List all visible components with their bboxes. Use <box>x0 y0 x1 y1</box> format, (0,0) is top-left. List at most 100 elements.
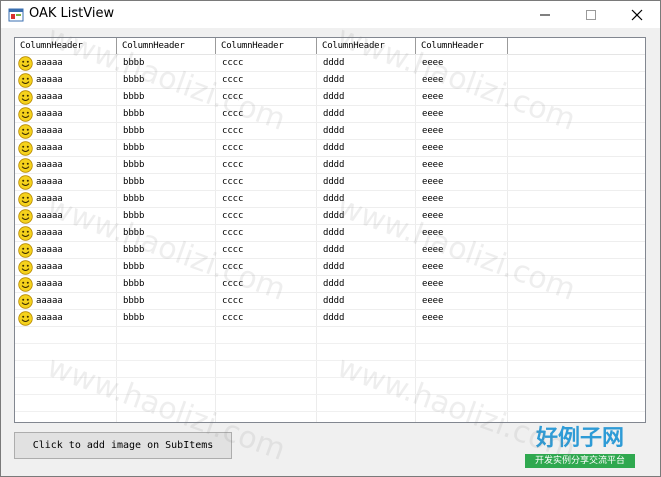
empty-row <box>15 378 645 395</box>
cell-col-2: bbbb <box>123 296 145 306</box>
table-row[interactable]: aaaaa bbbb cccc dddd eeee <box>15 191 645 208</box>
cell-col-1: aaaaa <box>36 58 63 68</box>
title-bar[interactable]: OAK ListView <box>1 1 660 28</box>
cell-col-5: eeee <box>422 296 444 306</box>
table-row[interactable]: aaaaa bbbb cccc dddd eeee <box>15 55 645 72</box>
cell-col-3: cccc <box>222 160 244 170</box>
cell-col-1: aaaaa <box>36 143 63 153</box>
smiley-icon <box>18 311 33 326</box>
cell-col-1: aaaaa <box>36 313 63 323</box>
smiley-icon <box>18 90 33 105</box>
table-row[interactable]: aaaaa bbbb cccc dddd eeee <box>15 157 645 174</box>
cell-col-2: bbbb <box>123 109 145 119</box>
cell-col-3: cccc <box>222 58 244 68</box>
smiley-icon <box>18 209 33 224</box>
cell-col-2: bbbb <box>123 313 145 323</box>
cell-col-2: bbbb <box>123 228 145 238</box>
cell-col-2: bbbb <box>123 75 145 85</box>
cell-col-1: aaaaa <box>36 279 63 289</box>
cell-col-2: bbbb <box>123 143 145 153</box>
smiley-icon <box>18 56 33 71</box>
column-header-4[interactable]: ColumnHeader <box>317 38 416 54</box>
cell-col-5: eeee <box>422 211 444 221</box>
watermark-logo-subtitle: 开发实例分享交流平台 <box>525 454 635 468</box>
cell-col-3: cccc <box>222 177 244 187</box>
maximize-button[interactable] <box>568 1 614 28</box>
cell-col-2: bbbb <box>123 177 145 187</box>
cell-col-4: dddd <box>323 160 345 170</box>
watermark-logo-title: 好例子网 <box>535 425 624 451</box>
empty-row <box>15 395 645 412</box>
minimize-button[interactable] <box>522 1 568 28</box>
table-row[interactable]: aaaaa bbbb cccc dddd eeee <box>15 276 645 293</box>
watermark-logo: 好例子网 开发实例分享交流平台 <box>525 424 635 470</box>
cell-col-4: dddd <box>323 143 345 153</box>
cell-col-3: cccc <box>222 75 244 85</box>
smiley-icon <box>18 124 33 139</box>
cell-col-5: eeee <box>422 177 444 187</box>
cell-col-4: dddd <box>323 126 345 136</box>
cell-col-5: eeee <box>422 143 444 153</box>
cell-col-5: eeee <box>422 194 444 204</box>
cell-col-3: cccc <box>222 262 244 272</box>
smiley-icon <box>18 260 33 275</box>
column-header-2[interactable]: ColumnHeader <box>117 38 216 54</box>
cell-col-3: cccc <box>222 228 244 238</box>
cell-col-4: dddd <box>323 75 345 85</box>
smiley-icon <box>18 243 33 258</box>
cell-col-5: eeee <box>422 245 444 255</box>
cell-col-4: dddd <box>323 211 345 221</box>
table-row[interactable]: aaaaa bbbb cccc dddd eeee <box>15 208 645 225</box>
cell-col-2: bbbb <box>123 245 145 255</box>
cell-col-2: bbbb <box>123 194 145 204</box>
close-button[interactable] <box>614 1 660 28</box>
table-row[interactable]: aaaaa bbbb cccc dddd eeee <box>15 72 645 89</box>
cell-col-5: eeee <box>422 279 444 289</box>
cell-col-3: cccc <box>222 92 244 102</box>
column-header-3[interactable]: ColumnHeader <box>216 38 317 54</box>
smiley-icon <box>18 141 33 156</box>
cell-col-2: bbbb <box>123 262 145 272</box>
table-row[interactable]: aaaaa bbbb cccc dddd eeee <box>15 310 645 327</box>
cell-col-5: eeee <box>422 126 444 136</box>
cell-col-3: cccc <box>222 245 244 255</box>
cell-col-5: eeee <box>422 58 444 68</box>
cell-col-5: eeee <box>422 228 444 238</box>
table-row[interactable]: aaaaa bbbb cccc dddd eeee <box>15 123 645 140</box>
table-row[interactable]: aaaaa bbbb cccc dddd eeee <box>15 174 645 191</box>
cell-col-3: cccc <box>222 126 244 136</box>
smiley-icon <box>18 107 33 122</box>
table-row[interactable]: aaaaa bbbb cccc dddd eeee <box>15 259 645 276</box>
column-header-1[interactable]: ColumnHeader <box>15 38 117 54</box>
empty-row <box>15 361 645 378</box>
empty-row <box>15 327 645 344</box>
cell-col-1: aaaaa <box>36 177 63 187</box>
cell-col-1: aaaaa <box>36 228 63 238</box>
cell-col-4: dddd <box>323 279 345 289</box>
cell-col-4: dddd <box>323 313 345 323</box>
table-row[interactable]: aaaaa bbbb cccc dddd eeee <box>15 89 645 106</box>
cell-col-1: aaaaa <box>36 109 63 119</box>
table-row[interactable]: aaaaa bbbb cccc dddd eeee <box>15 140 645 157</box>
cell-col-1: aaaaa <box>36 262 63 272</box>
cell-col-4: dddd <box>323 109 345 119</box>
cell-col-5: eeee <box>422 262 444 272</box>
smiley-icon <box>18 158 33 173</box>
cell-col-3: cccc <box>222 296 244 306</box>
smiley-icon <box>18 294 33 309</box>
minimize-icon <box>540 14 550 15</box>
list-view[interactable]: ColumnHeader ColumnHeader ColumnHeader Colu… <box>14 37 646 423</box>
cell-col-1: aaaaa <box>36 160 63 170</box>
column-header-5[interactable]: ColumnHeader <box>416 38 508 54</box>
cell-col-1: aaaaa <box>36 126 63 136</box>
table-row[interactable]: aaaaa bbbb cccc dddd eeee <box>15 293 645 310</box>
table-row[interactable]: aaaaa bbbb cccc dddd eeee <box>15 106 645 123</box>
add-image-button[interactable]: Click to add image on SubItems <box>14 432 232 459</box>
cell-col-5: eeee <box>422 160 444 170</box>
cell-col-2: bbbb <box>123 58 145 68</box>
cell-col-4: dddd <box>323 296 345 306</box>
table-row[interactable]: aaaaa bbbb cccc dddd eeee <box>15 242 645 259</box>
cell-col-3: cccc <box>222 279 244 289</box>
table-row[interactable]: aaaaa bbbb cccc dddd eeee <box>15 225 645 242</box>
cell-col-5: eeee <box>422 75 444 85</box>
